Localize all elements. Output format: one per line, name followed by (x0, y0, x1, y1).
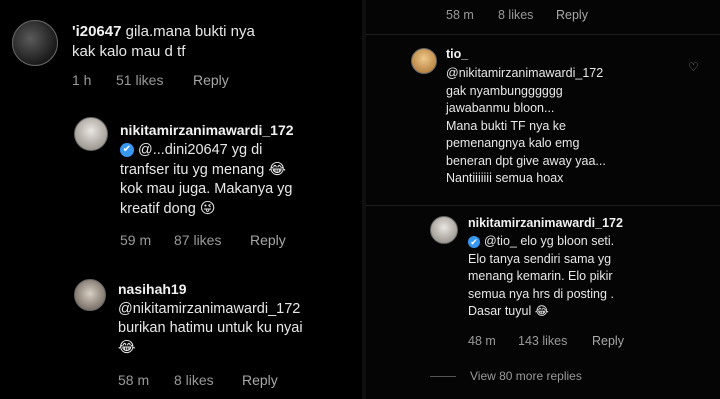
laugh-emoji-icon: 😂 (268, 161, 286, 179)
comment-text-line: kak kalo mau d tf (72, 42, 186, 60)
comment-text-line: kreatif dong (120, 201, 196, 218)
comment-text: @nikitamirzanimawardi_172 gak nyambunggg… (446, 65, 606, 188)
comment-meta: 58 m 8 likes Reply (446, 8, 588, 22)
comment-text-line: gila.mana bukti nya (125, 23, 255, 40)
comment-text-line: Dasar tuyul (468, 304, 532, 318)
verified-icon: ✔ (468, 235, 480, 248)
comment-meta: 58 m 8 likes Reply (118, 372, 278, 388)
comment-handle[interactable]: tio_ (446, 47, 468, 61)
comment-likes[interactable]: 143 likes (518, 334, 592, 348)
comment-likes[interactable]: 8 likes (498, 8, 556, 22)
comment-text-line: burikan hatimu untuk ku nyai (118, 320, 303, 337)
tongue-emoji-icon: 😜 (199, 200, 216, 218)
divider-line (366, 34, 720, 35)
right-screenshot-panel: 58 m 8 likes Reply ‹ tio_ ♡ @nikitamirza… (366, 0, 720, 399)
comment-text: @nikitamirzanimawardi_172 burikan hatimu… (118, 300, 303, 358)
laugh-emoji-icon: 😂 (534, 304, 549, 318)
avatar[interactable] (430, 216, 458, 244)
heart-icon[interactable]: ♡ (688, 60, 699, 74)
view-more-replies-button[interactable]: View 80 more replies (470, 369, 582, 383)
mention-link[interactable]: @...dini20647 (138, 142, 228, 158)
comment-text-line: @nikitamirzanimawardi_172 (446, 66, 604, 80)
view-more-line (430, 376, 456, 377)
comment-meta: 1 h 51 likes Reply (72, 72, 229, 88)
comment-text-line: elo yg bloon seti. (520, 234, 615, 248)
comment-time: 1 h (72, 72, 92, 88)
comment-handle[interactable]: nikitamirzanimawardi_172 (120, 122, 294, 138)
comment-text-line: Elo tanya sendiri sama yg (468, 251, 612, 266)
comment-text-line: Nantiiiiiii semua hoax (446, 171, 564, 185)
comment-text: ✔ @...dini20647 yg di tranfser itu yg men… (120, 141, 292, 220)
comment-text-line: semua nya hrs di posting . (468, 286, 614, 301)
comment-text-line: beneran dpt give away yaa... (446, 153, 606, 168)
comment-text-line: pemenangnya kalo emg (446, 136, 580, 150)
laugh-emoji-icon: 😂 (118, 339, 136, 357)
comment-likes[interactable]: 87 likes (174, 232, 250, 248)
comment-handle[interactable]: 'i20647 (72, 23, 121, 40)
reply-button[interactable]: Reply (556, 8, 588, 22)
comment-handle[interactable]: nikitamirzanimawardi_172 (468, 216, 623, 230)
comment-meta: 48 m 143 likes Reply (468, 334, 624, 348)
comment-text-line: @nikitamirzanimawardi_172 (118, 301, 301, 317)
comment-text-line: gak nyambungggggg (446, 83, 563, 98)
comment-text-line: kok mau juga. Makanya yg (120, 181, 293, 198)
comment-likes[interactable]: 8 likes (174, 372, 242, 388)
mention-link[interactable]: @tio_ (484, 234, 517, 248)
comment-time: 48 m (468, 334, 496, 348)
comment-time: 58 m (118, 372, 150, 388)
avatar[interactable] (74, 279, 106, 311)
avatar[interactable] (74, 117, 108, 151)
comment-meta: 59 m 87 likes Reply (120, 232, 286, 248)
comment-text-line: tranfser itu yg menang (120, 162, 265, 179)
reply-button[interactable]: Reply (193, 72, 229, 88)
reply-button[interactable]: Reply (592, 334, 624, 348)
comment-text: 'i20647 gila.mana bukti nya kak kalo mau… (72, 22, 255, 62)
comment-likes[interactable]: 51 likes (116, 72, 193, 88)
comment-handle[interactable]: nasihah19 (118, 281, 186, 297)
avatar[interactable] (411, 48, 437, 74)
comment-time: 59 m (120, 232, 152, 248)
comment-text-line: Mana bukti TF nya ke (446, 118, 566, 133)
divider-line (366, 205, 720, 206)
comment-text-line: menang kemarin. Elo pikir (468, 269, 613, 283)
reply-button[interactable]: Reply (242, 372, 278, 388)
comment-time: 58 m (446, 8, 474, 22)
comment-text-line: yg di (231, 142, 263, 158)
comment-text-line: jawabanmu bloon... (446, 101, 555, 115)
comment-text: ✔ @tio_ elo yg bloon seti. Elo tanya send… (468, 233, 614, 321)
avatar[interactable] (12, 20, 58, 66)
reply-button[interactable]: Reply (250, 232, 286, 248)
left-screenshot-panel: 'i20647 gila.mana bukti nya kak kalo mau… (0, 0, 362, 399)
verified-icon: ✔ (120, 143, 134, 158)
